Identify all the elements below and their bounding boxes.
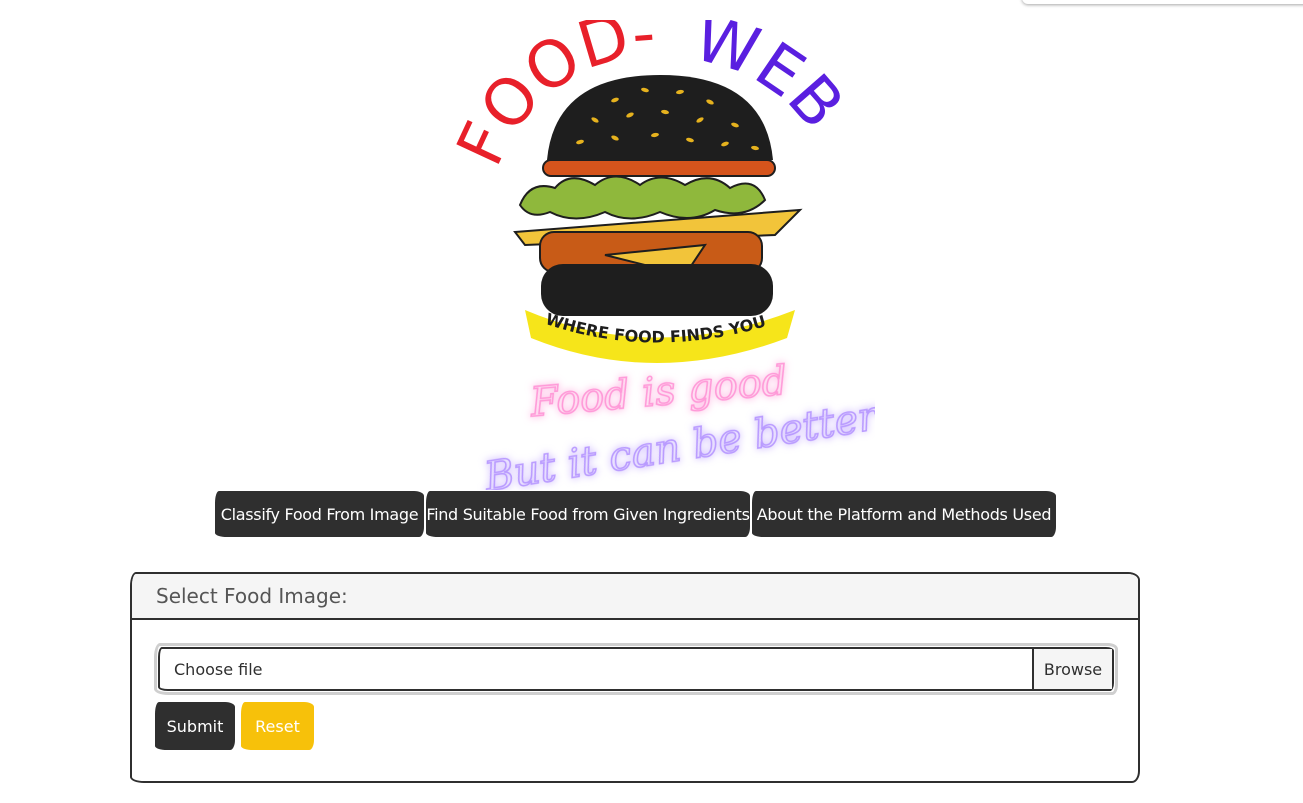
- burger-illustration: WHERE FOOD FINDS YOU: [513, 75, 803, 363]
- top-popup: [1022, 0, 1303, 4]
- file-input-label: Choose file: [174, 659, 263, 679]
- file-input-wrapper: Choose file Browse: [154, 643, 1118, 695]
- reset-button[interactable]: Reset: [241, 702, 314, 750]
- nav-about-button[interactable]: About the Platform and Methods Used: [752, 491, 1056, 537]
- submit-button[interactable]: Submit: [155, 702, 235, 750]
- site-logo: FOOD- WEB: [455, 20, 875, 490]
- page: FOOD- WEB: [0, 0, 1303, 803]
- browse-button[interactable]: Browse: [1032, 649, 1112, 689]
- upload-card: Select Food Image: Choose file Browse Su…: [130, 572, 1140, 783]
- upload-card-title: Select Food Image:: [156, 584, 348, 608]
- site-logo-graphic: FOOD- WEB: [455, 20, 875, 490]
- nav-find-food-button[interactable]: Find Suitable Food from Given Ingredient…: [426, 491, 750, 537]
- nav-classify-food-button[interactable]: Classify Food From Image: [215, 491, 424, 537]
- main-nav: Classify Food From Image Find Suitable F…: [215, 491, 1056, 537]
- upload-card-header: Select Food Image:: [132, 574, 1138, 620]
- file-input[interactable]: Choose file Browse: [158, 647, 1114, 691]
- form-actions: Submit Reset: [155, 702, 314, 750]
